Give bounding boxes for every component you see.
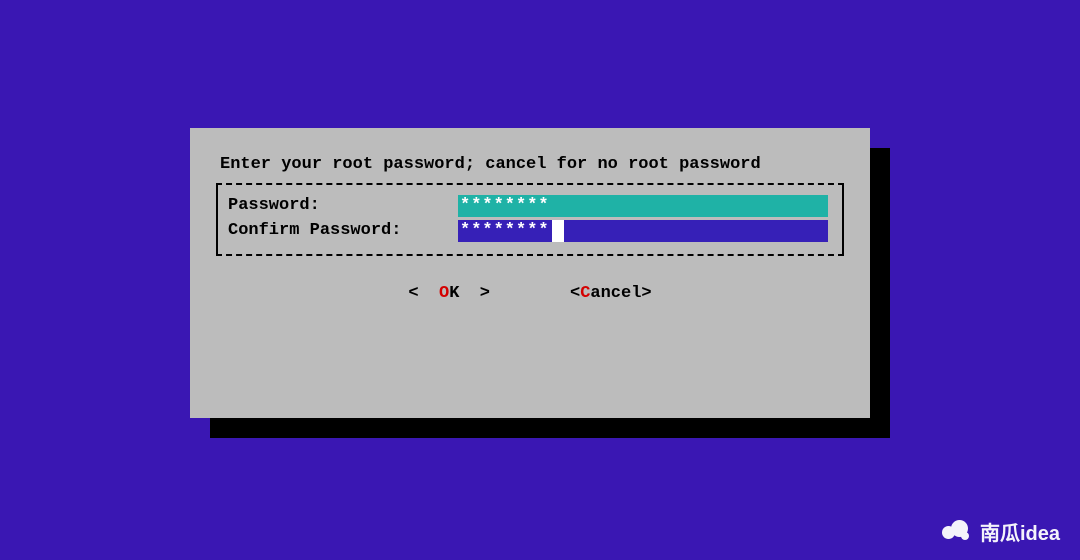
password-dialog: Enter your root password; cancel for no …	[190, 128, 870, 418]
confirm-password-label: Confirm Password:	[228, 221, 458, 240]
wechat-icon	[942, 520, 970, 544]
input-frame: Password: ******** Confirm Password: ***…	[216, 183, 844, 256]
ok-rest: K	[449, 284, 459, 303]
watermark-text: 南瓜idea	[980, 517, 1060, 546]
password-label: Password:	[228, 196, 458, 215]
cancel-rest: ancel	[590, 284, 641, 303]
password-input[interactable]: ********	[458, 195, 828, 217]
text-cursor	[552, 220, 564, 242]
confirm-password-value: ********	[458, 220, 552, 242]
cancel-hotkey: C	[580, 284, 590, 303]
cancel-button[interactable]: <Cancel>	[570, 284, 652, 303]
watermark: 南瓜idea	[942, 517, 1060, 546]
confirm-password-row: Confirm Password: ********	[228, 219, 832, 243]
dialog-buttons: < OK > <Cancel>	[210, 284, 850, 303]
dialog-prompt: Enter your root password; cancel for no …	[220, 154, 840, 177]
ok-button[interactable]: < OK >	[408, 284, 490, 303]
confirm-password-empty	[564, 220, 828, 242]
confirm-password-input[interactable]: ********	[458, 220, 828, 242]
password-row: Password: ********	[228, 194, 832, 218]
ok-hotkey: O	[439, 284, 449, 303]
